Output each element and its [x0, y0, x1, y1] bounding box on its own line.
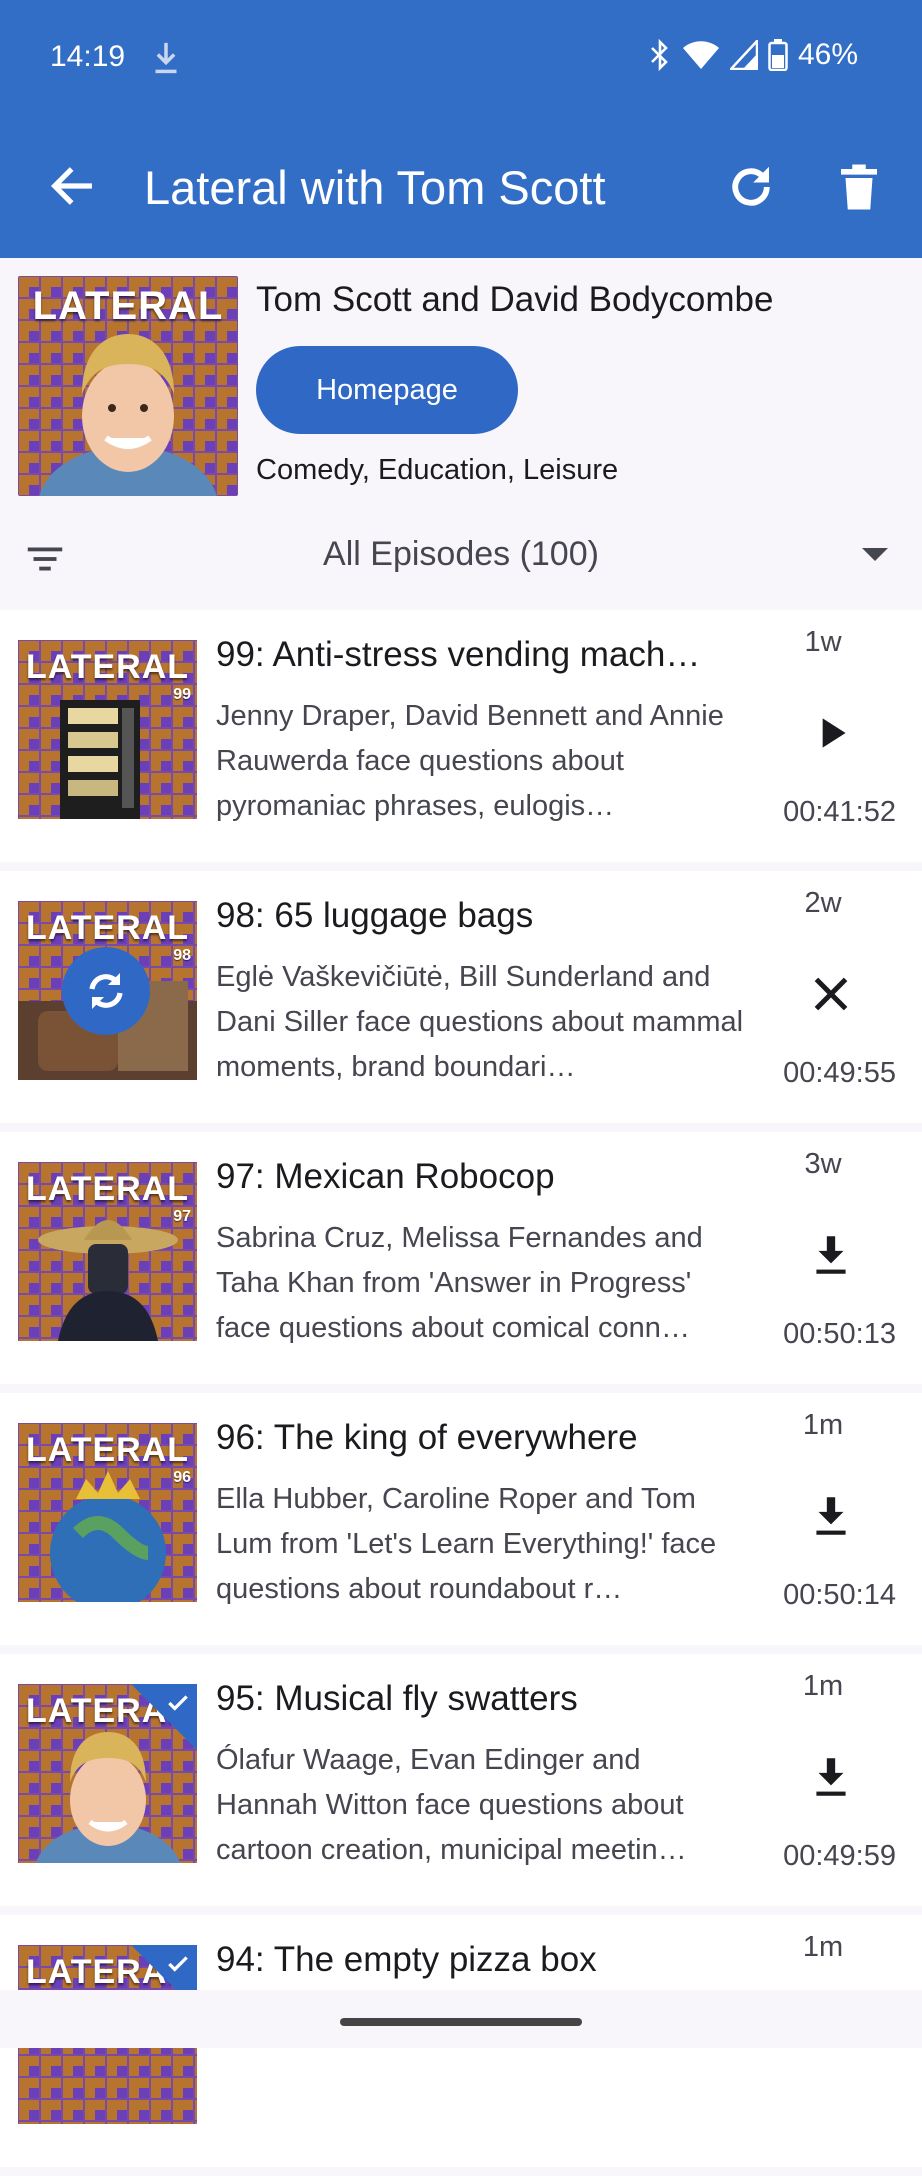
back-arrow-icon[interactable]	[46, 160, 98, 212]
episode-thumbnail: LATERAL 97	[18, 1162, 197, 1341]
episode-age: 2w	[804, 887, 842, 919]
check-icon	[168, 1956, 188, 1972]
episode-row[interactable]: LATERAL 98 98: 65 luggage bags Eglė Vašk…	[0, 871, 922, 1123]
wifi-icon	[682, 41, 719, 69]
episode-row[interactable]: LATERAL 96 96: The king of everywhere El…	[0, 1393, 922, 1645]
sync-icon	[62, 947, 150, 1035]
download-icon[interactable]	[806, 1491, 856, 1541]
episode-duration: 00:50:13	[783, 1318, 896, 1350]
episode-age: 1w	[804, 626, 842, 658]
podcast-header: LATERAL Tom Scott and David Bodycombe Ho…	[0, 258, 922, 518]
episode-age: 1m	[802, 1931, 844, 1963]
episode-list: LATERAL 99 99: Anti-stress vending mach……	[0, 610, 922, 2176]
episode-filter-bar: All Episodes (100)	[0, 518, 922, 602]
cancel-icon[interactable]	[806, 969, 856, 1019]
episode-title: 99: Anti-stress vending mach…	[216, 635, 701, 674]
podcast-categories: Comedy, Education, Leisure	[256, 454, 619, 486]
play-icon[interactable]	[806, 708, 856, 758]
gesture-nav-bar	[0, 1990, 922, 2048]
status-time: 14:19	[50, 40, 126, 73]
episode-thumbnail: LATERAL	[18, 1684, 197, 1863]
episode-age: 1m	[802, 1409, 844, 1441]
cover-title-text: LATERAL	[25, 1431, 190, 1469]
episode-thumbnail: LATERAL 96	[18, 1423, 197, 1602]
cover-title-text: LATERAL	[32, 284, 224, 328]
episode-duration: 00:49:55	[783, 1057, 896, 1089]
battery-percent: 46%	[797, 38, 858, 71]
episode-row[interactable]: LATERAL 97 97: Mexican Robocop Sabrina C…	[0, 1132, 922, 1384]
podcast-cover: LATERAL	[18, 276, 238, 496]
delete-icon[interactable]	[832, 160, 886, 214]
episode-duration: 00:41:52	[783, 796, 896, 828]
download-icon[interactable]	[806, 1230, 856, 1280]
podcast-author: Tom Scott and David Bodycombe	[256, 280, 774, 319]
episode-row[interactable]: LATERAL 95: Musical fly swatters Ólafur …	[0, 1654, 922, 1906]
episode-thumbnail: LATERAL 98	[18, 901, 197, 1080]
episode-duration: 00:50:14	[783, 1579, 896, 1611]
homepage-button[interactable]: Homepage	[256, 346, 518, 434]
episode-title: 95: Musical fly swatters	[216, 1679, 578, 1718]
episode-number-badge: 98	[173, 947, 191, 964]
signal-icon	[729, 40, 758, 70]
episode-number-badge: 99	[173, 686, 191, 703]
cover-title-text: LATERAL	[25, 1170, 190, 1208]
download-icon	[155, 42, 177, 74]
episode-description: Ella Hubber, Caroline Roper and Tom Lum …	[216, 1483, 717, 1605]
episode-description: Jenny Draper, David Bennett and Annie Ra…	[216, 700, 724, 822]
cover-title-text: LATERAL	[25, 648, 190, 686]
episode-number-badge: 97	[173, 1208, 191, 1225]
status-icons: 46%	[648, 38, 858, 72]
home-handle[interactable]	[340, 2018, 582, 2026]
page-title: Lateral with Tom Scott	[144, 161, 606, 214]
chevron-down-icon[interactable]	[862, 548, 888, 561]
episode-description: Sabrina Cruz, Melissa Fernandes and Taha…	[216, 1222, 703, 1344]
episode-age: 1m	[802, 1670, 844, 1702]
episode-number-badge: 96	[173, 1469, 191, 1486]
episode-title: 94: The empty pizza box	[216, 1940, 597, 1979]
episode-description: Ólafur Waage, Evan Edinger and Hannah Wi…	[216, 1744, 687, 1866]
bluetooth-icon	[651, 39, 668, 71]
episode-duration: 00:49:59	[783, 1840, 896, 1872]
episode-thumbnail: LATERAL 99	[18, 640, 197, 819]
episode-title: 96: The king of everywhere	[216, 1418, 638, 1457]
download-icon[interactable]	[806, 1752, 856, 1802]
episode-row[interactable]: LATERAL 99 99: Anti-stress vending mach……	[0, 610, 922, 862]
cover-title-text: LATERAL	[25, 909, 190, 947]
episode-filter-dropdown[interactable]: All Episodes (100)	[0, 532, 922, 576]
battery-icon	[768, 39, 788, 71]
check-icon	[168, 1695, 188, 1711]
episode-title: 97: Mexican Robocop	[216, 1157, 555, 1196]
refresh-icon[interactable]	[724, 160, 778, 214]
episode-description: Eglė Vaškevičiūtė, Bill Sunderland and D…	[216, 961, 744, 1083]
episode-title: 98: 65 luggage bags	[216, 896, 534, 935]
episode-age: 3w	[804, 1148, 842, 1180]
top-app-bar: 14:19 46% Lateral with Tom Scott	[0, 0, 922, 258]
